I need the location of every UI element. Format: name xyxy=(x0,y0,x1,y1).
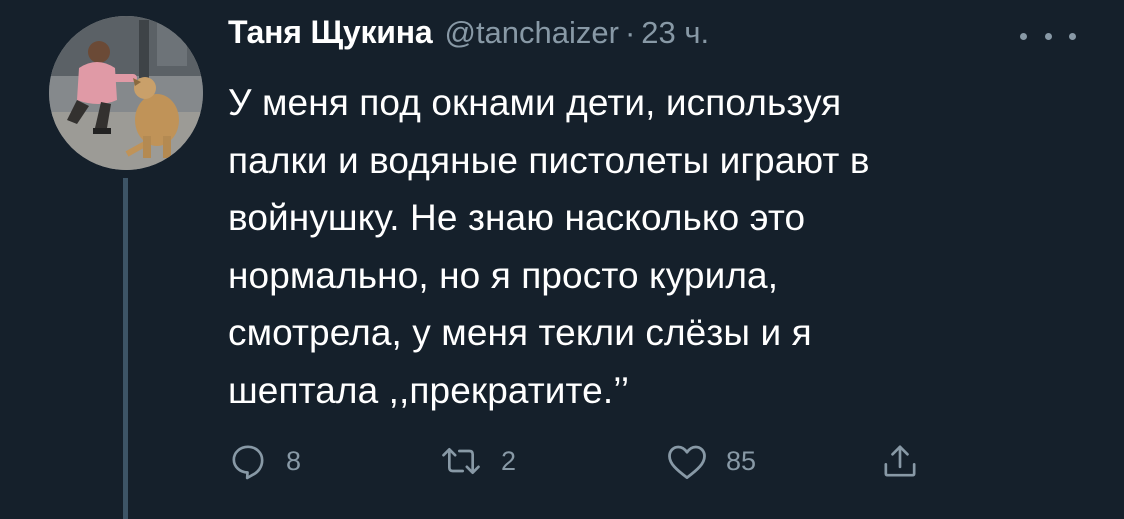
more-dot xyxy=(1044,32,1052,40)
user-handle[interactable]: @tanchaizer xyxy=(444,15,619,51)
more-dot xyxy=(1020,32,1027,40)
display-name[interactable]: Таня Щукина xyxy=(228,14,433,51)
retweet-count: 2 xyxy=(501,445,517,476)
tweet-text: У меня под окнами дети, используя палки … xyxy=(228,74,1048,420)
like-count: 85 xyxy=(726,445,757,476)
like-button[interactable]: 85 xyxy=(666,436,756,486)
tweet-card[interactable]: Таня Щукина @tanchaizer · 23 ч. У меня п… xyxy=(0,0,1124,519)
share-icon xyxy=(880,441,920,481)
tweet-text-line: войнушку. Не знаю насколько это xyxy=(228,197,806,239)
tweet-actions: 8 2 85 xyxy=(228,436,948,486)
retweet-button[interactable]: 2 xyxy=(439,436,516,486)
share-button[interactable] xyxy=(880,436,920,486)
thread-connector xyxy=(123,178,128,519)
tweet-text-line: У меня под окнами дети, используя xyxy=(228,82,842,123)
tweet-text-line: нормально, но я просто курила, xyxy=(228,254,779,296)
heart-icon xyxy=(666,441,708,481)
tweet-text-line: шептала ,,прекратите.’’ xyxy=(228,369,630,411)
more-dot xyxy=(1069,32,1076,40)
tweet-header: Таня Щукина @tanchaizer · 23 ч. xyxy=(228,14,709,60)
reply-icon xyxy=(228,441,268,481)
separator-dot: · xyxy=(624,15,636,50)
reply-button[interactable]: 8 xyxy=(228,436,301,486)
avatar[interactable] xyxy=(49,16,203,170)
tweet-text-line: палки и водяные пистолеты играют в xyxy=(228,139,870,181)
more-options-icon[interactable] xyxy=(1020,22,1076,50)
tweet-text-line: смотрела, у меня текли слёзы и я xyxy=(228,312,812,354)
retweet-icon xyxy=(439,441,483,481)
reply-count: 8 xyxy=(286,445,302,476)
timestamp[interactable]: 23 ч. xyxy=(641,15,709,51)
